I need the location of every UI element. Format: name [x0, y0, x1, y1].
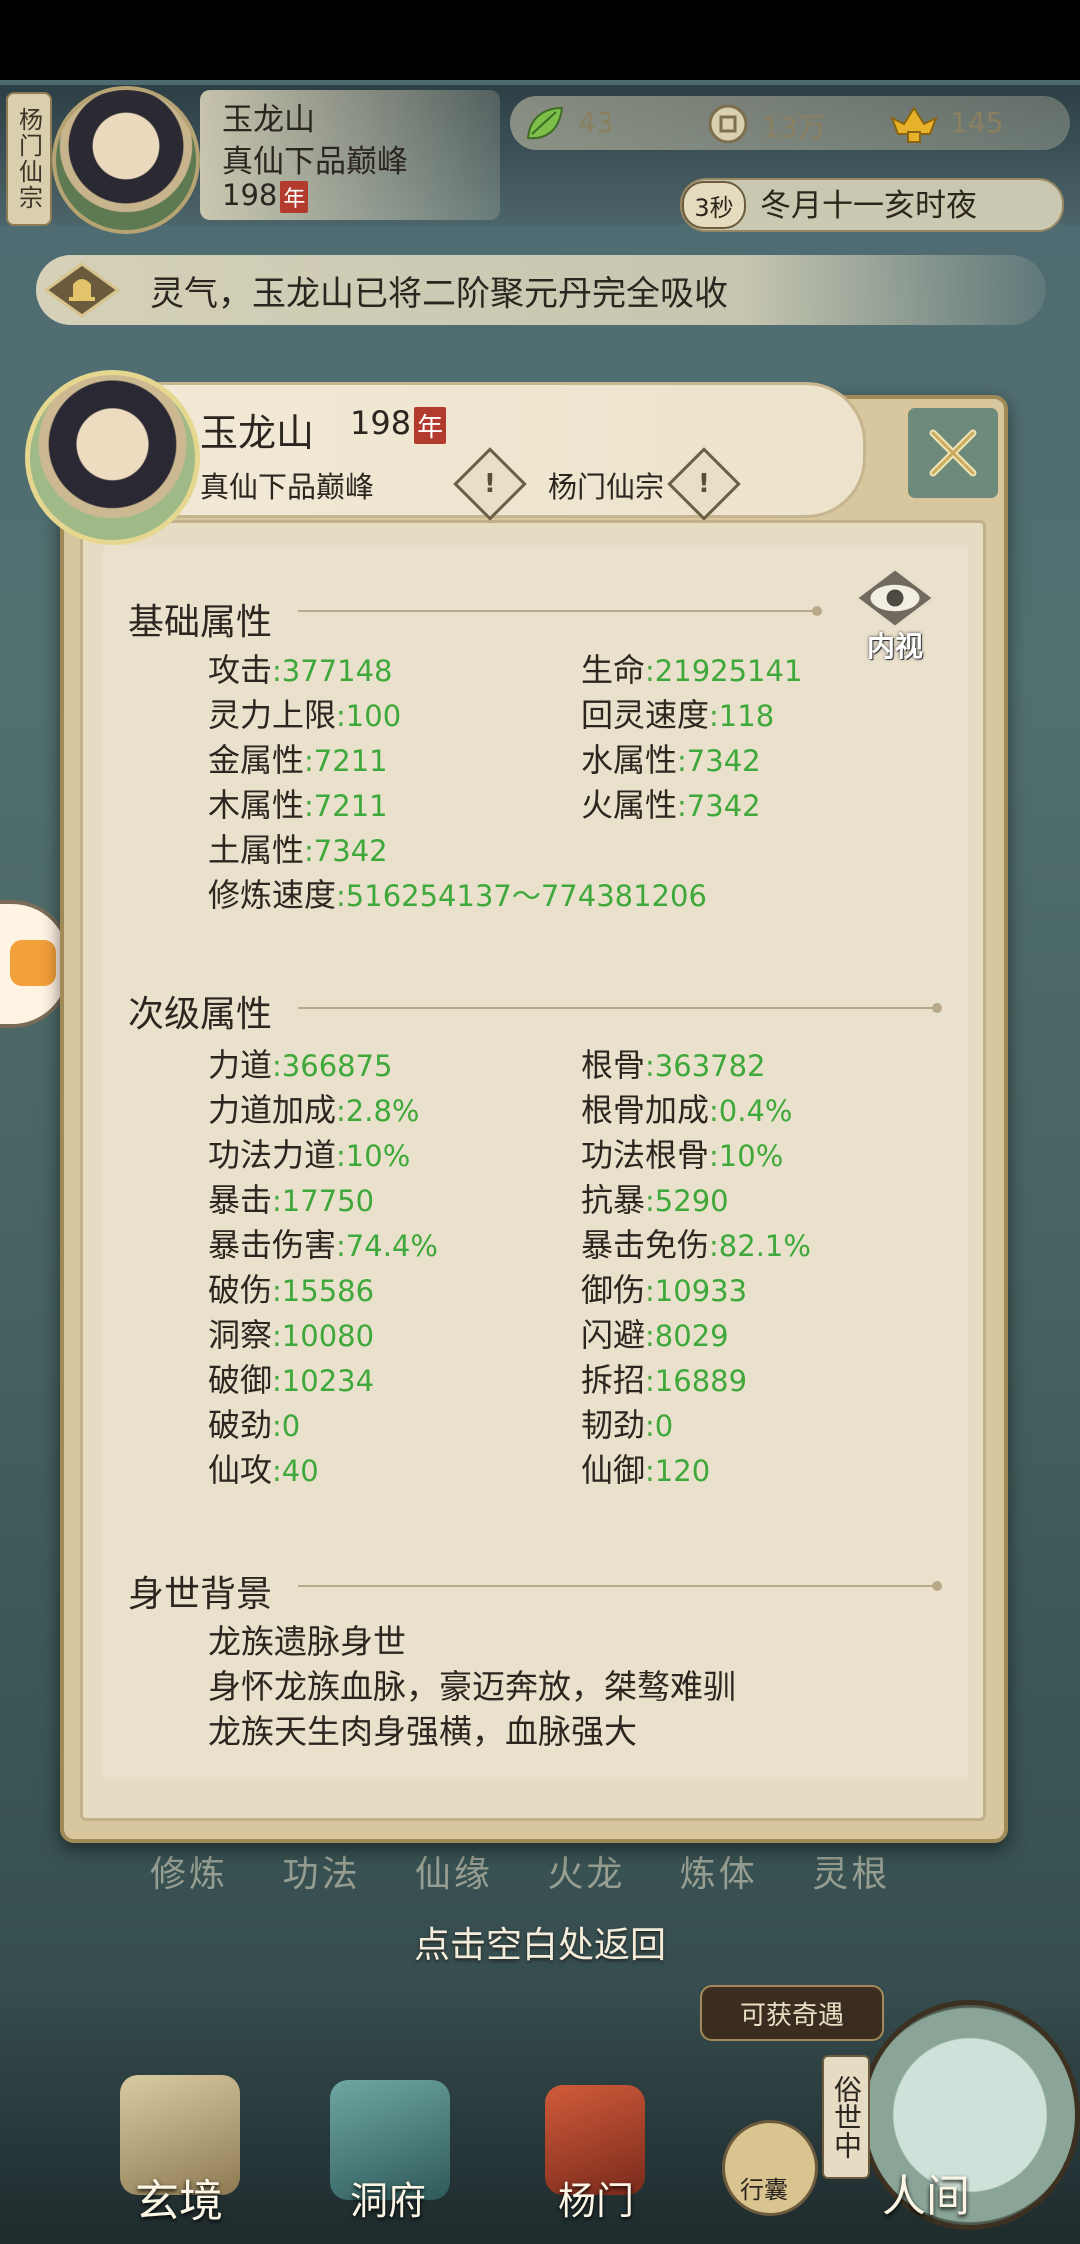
ingot-icon	[888, 100, 940, 150]
nav-yangmen-label: 杨门	[558, 2179, 635, 2223]
notice-text: 灵气，玉龙山已将二阶聚元丹完全吸收	[150, 274, 728, 314]
attr-row: 御伤:10933	[581, 1271, 748, 1309]
background-title: 身世背景	[128, 1574, 273, 1615]
return-hint[interactable]: 点击空白处返回	[0, 1916, 1080, 1968]
attr-row: 功法力道:10%	[208, 1136, 411, 1174]
character-avatar	[25, 370, 200, 545]
attr-row: 拆招:16889	[581, 1361, 748, 1399]
time-seconds: 3秒	[682, 181, 746, 229]
background-line: 身怀龙族血脉，豪迈奔放，桀骜难驯	[208, 1667, 736, 1706]
status-bar	[0, 0, 1080, 80]
attr-row: 土属性:7342	[208, 831, 388, 869]
cultivation-speed: 修炼速度:516254137～774381206	[208, 876, 707, 914]
attr-row: 回灵速度:118	[581, 696, 775, 734]
nav-dongfu-label: 洞府	[350, 2179, 427, 2223]
attr-row: 攻击:377148	[208, 651, 393, 689]
inner-view-label: 内视	[866, 630, 923, 663]
attr-row: 根骨加成:0.4%	[581, 1091, 793, 1129]
nian-badge: 年	[280, 181, 309, 213]
nav-xingnang-label: 行囊	[740, 2176, 788, 2204]
attr-row: 韧劲:0	[581, 1406, 674, 1444]
inner-view-button[interactable]: 内视	[845, 565, 945, 665]
exclamation-icon: !	[484, 468, 496, 499]
close-icon	[929, 429, 977, 477]
section-divider	[298, 1003, 942, 1013]
attr-row: 灵力上限:100	[208, 696, 402, 734]
nav-renjian-label: 人间	[882, 2171, 970, 2222]
coin-count: 13万	[762, 111, 826, 144]
attr-row: 生命:21925141	[581, 651, 803, 689]
attr-row: 洞察:10080	[208, 1316, 375, 1354]
player-rank: 真仙下品巅峰	[222, 144, 408, 180]
attr-row: 闪避:8029	[581, 1316, 729, 1354]
player-age: 198 年	[222, 178, 309, 213]
leaf-count: 43	[578, 106, 614, 139]
coin-icon	[706, 102, 750, 150]
attr-row: 水属性:7342	[581, 741, 761, 779]
attr-row: 暴击:17750	[208, 1181, 375, 1219]
background-tabs: 修炼 功法 仙缘 火龙 炼体 灵根	[150, 1854, 891, 1895]
eye-icon	[853, 566, 937, 630]
character-rank: 真仙下品巅峰	[200, 470, 375, 504]
attr-row: 力道:366875	[208, 1046, 393, 1084]
nav-xuanjing-label: 玄境	[135, 2176, 223, 2227]
background-line: 龙族遗脉身世	[208, 1622, 406, 1661]
time-text: 冬月十一亥时夜	[760, 188, 977, 224]
attr-row: 破御:10234	[208, 1361, 375, 1399]
bell-icon	[40, 258, 124, 322]
secondary-attr-title: 次级属性	[128, 994, 273, 1035]
attr-row: 破劲:0	[208, 1406, 301, 1444]
section-divider	[298, 1581, 942, 1591]
attribute-scroll-area[interactable]: 基础属性 攻击:377148 灵力上限:100 金属性:7211 木属性:721…	[103, 545, 968, 1780]
attr-row: 金属性:7211	[208, 741, 388, 779]
adventure-button[interactable]: 可获奇遇	[700, 1985, 884, 2041]
exclamation-icon: !	[698, 468, 710, 499]
player-age-value: 198	[222, 178, 278, 212]
ingot-count: 145	[950, 106, 1004, 139]
section-divider	[298, 606, 822, 616]
leaf-icon	[522, 102, 566, 150]
attr-row: 功法根骨:10%	[581, 1136, 784, 1174]
character-sect: 杨门仙宗	[548, 470, 665, 504]
close-button[interactable]	[905, 405, 1001, 501]
attr-row: 木属性:7211	[208, 786, 388, 824]
attr-row: 暴击免伤:82.1%	[581, 1226, 811, 1264]
attr-row: 暴击伤害:74.4%	[208, 1226, 438, 1264]
character-age-value: 198	[350, 404, 412, 442]
attr-row: 根骨:363782	[581, 1046, 766, 1084]
sect-tag[interactable]: 杨门仙宗	[6, 92, 52, 226]
attr-row: 力道加成:2.8%	[208, 1091, 420, 1129]
attr-row: 仙御:120	[581, 1451, 711, 1489]
sushi-tag: 俗世中	[822, 2055, 870, 2179]
player-name: 玉龙山	[222, 102, 315, 138]
attr-row: 仙攻:40	[208, 1451, 319, 1489]
gamepad-icon	[10, 940, 56, 986]
attr-row: 破伤:15586	[208, 1271, 375, 1309]
background-line: 龙族天生肉身强横，血脉强大	[208, 1712, 637, 1751]
attr-row: 抗暴:5290	[581, 1181, 729, 1219]
nian-badge: 年	[414, 406, 447, 444]
player-avatar[interactable]	[52, 86, 200, 234]
character-age: 198 年	[350, 404, 447, 444]
basic-attr-title: 基础属性	[128, 602, 273, 643]
attr-row: 火属性:7342	[581, 786, 761, 824]
character-name: 玉龙山	[200, 411, 315, 455]
